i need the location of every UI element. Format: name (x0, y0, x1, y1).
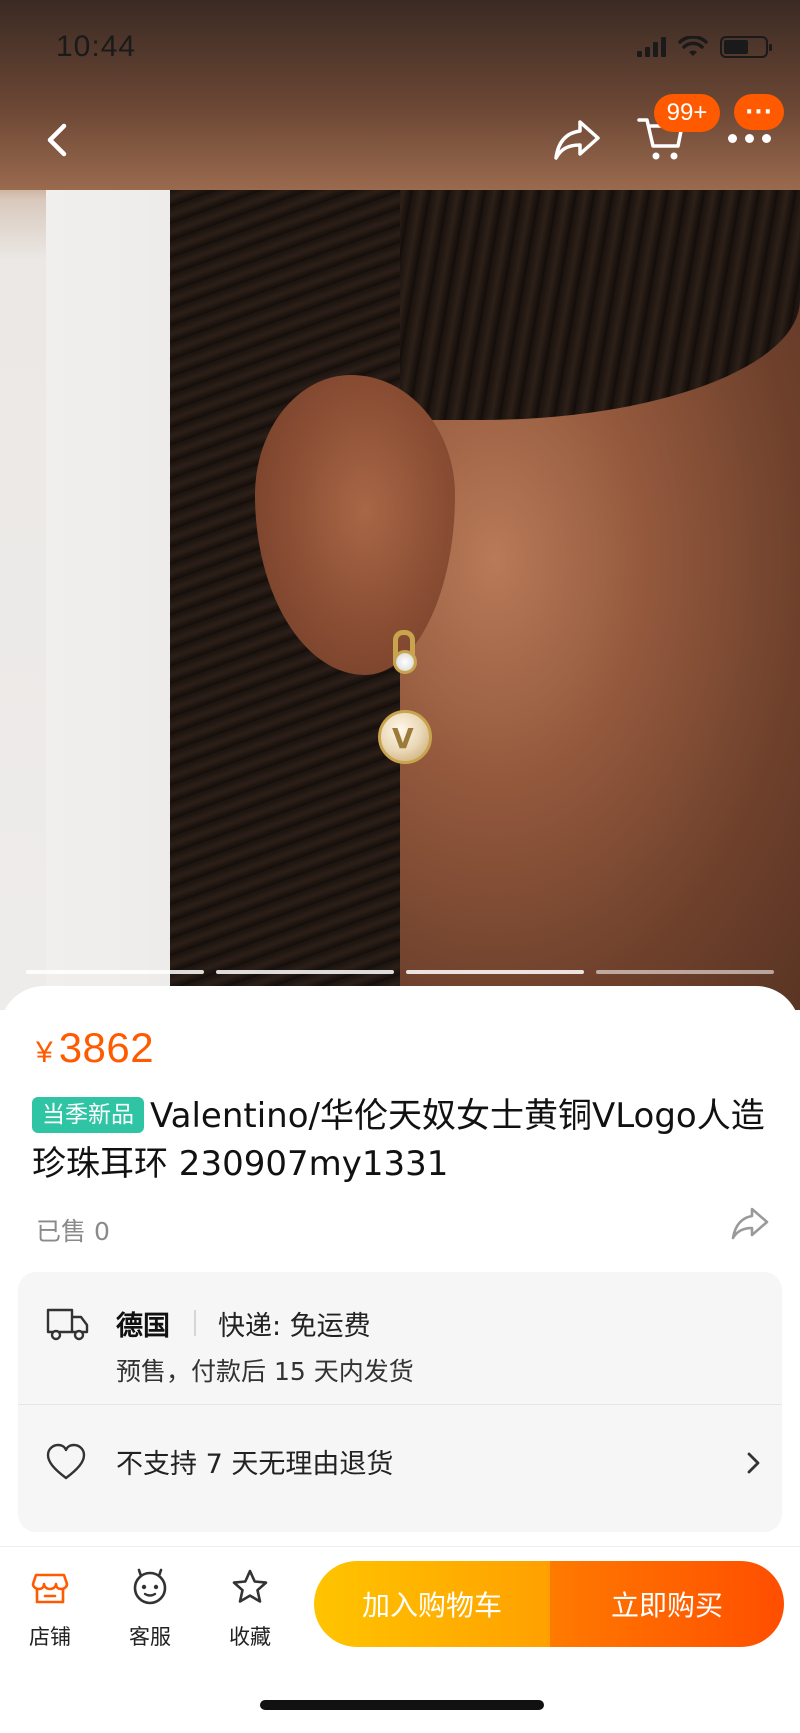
price-value: 3862 (58, 1024, 155, 1071)
divider (194, 1310, 196, 1336)
tab-favorite-label: 收藏 (229, 1625, 271, 1649)
ship-from-country: 德国 (116, 1311, 170, 1342)
wifi-icon (678, 36, 708, 56)
earring-v-logo: V (392, 722, 414, 755)
tab-store-label: 店铺 (29, 1625, 71, 1649)
battery-icon (720, 36, 772, 58)
product-info-panel: ¥ 3862 当季新品 Valentino/华伦天奴女士黄铜VLogo人造珍珠耳环… (0, 986, 800, 1546)
tab-store[interactable]: 店铺 (10, 1567, 90, 1651)
back-icon[interactable] (36, 118, 80, 162)
more-menu-icon[interactable] (728, 134, 771, 143)
buy-now-button[interactable]: 立即购买 (550, 1561, 784, 1647)
return-policy-text: 不支持 7 天无理由退货 (116, 1449, 394, 1480)
share-icon[interactable] (730, 1204, 770, 1242)
share-icon[interactable] (552, 116, 602, 162)
add-to-cart-button[interactable]: 加入购物车 (314, 1561, 550, 1647)
cart-count-badge: 99+ (654, 94, 720, 132)
earring-stone (393, 650, 417, 674)
star-icon (232, 1569, 268, 1603)
more-badge[interactable]: ··· (734, 94, 784, 130)
home-indicator[interactable] (260, 1700, 544, 1710)
signal-icon (637, 37, 666, 57)
tab-favorite[interactable]: 收藏 (210, 1567, 290, 1651)
carousel-indicators (26, 970, 774, 974)
carousel-dot (406, 970, 584, 974)
carousel-dot (596, 970, 774, 974)
sold-count: 已售 0 (36, 1217, 110, 1246)
new-season-tag: 当季新品 (32, 1097, 144, 1133)
customer-service-icon (133, 1568, 167, 1605)
product-title: 当季新品 Valentino/华伦天奴女士黄铜VLogo人造珍珠耳环 230907… (32, 1092, 772, 1188)
status-icons (637, 36, 772, 58)
delivery-truck-icon (46, 1308, 89, 1341)
carousel-dot (26, 970, 204, 974)
status-time: 10:44 (56, 30, 137, 63)
chevron-right-icon (747, 1452, 760, 1474)
presale-notice: 预售，付款后 15 天内发货 (116, 1357, 414, 1386)
shipping-card: 德国 快递: 免运费 预售，付款后 15 天内发货 不支持 7 天无理由退货 (18, 1272, 782, 1532)
tab-customer-service[interactable]: 客服 (110, 1567, 190, 1651)
currency-symbol: ¥ (36, 1036, 53, 1069)
divider (18, 1404, 782, 1405)
heart-icon (46, 1443, 86, 1480)
tab-customer-service-label: 客服 (129, 1625, 171, 1649)
product-price: ¥ 3862 (36, 1024, 154, 1072)
store-icon (31, 1573, 69, 1604)
shipping-fee: 快递: 免运费 (218, 1311, 371, 1342)
carousel-dot (216, 970, 394, 974)
